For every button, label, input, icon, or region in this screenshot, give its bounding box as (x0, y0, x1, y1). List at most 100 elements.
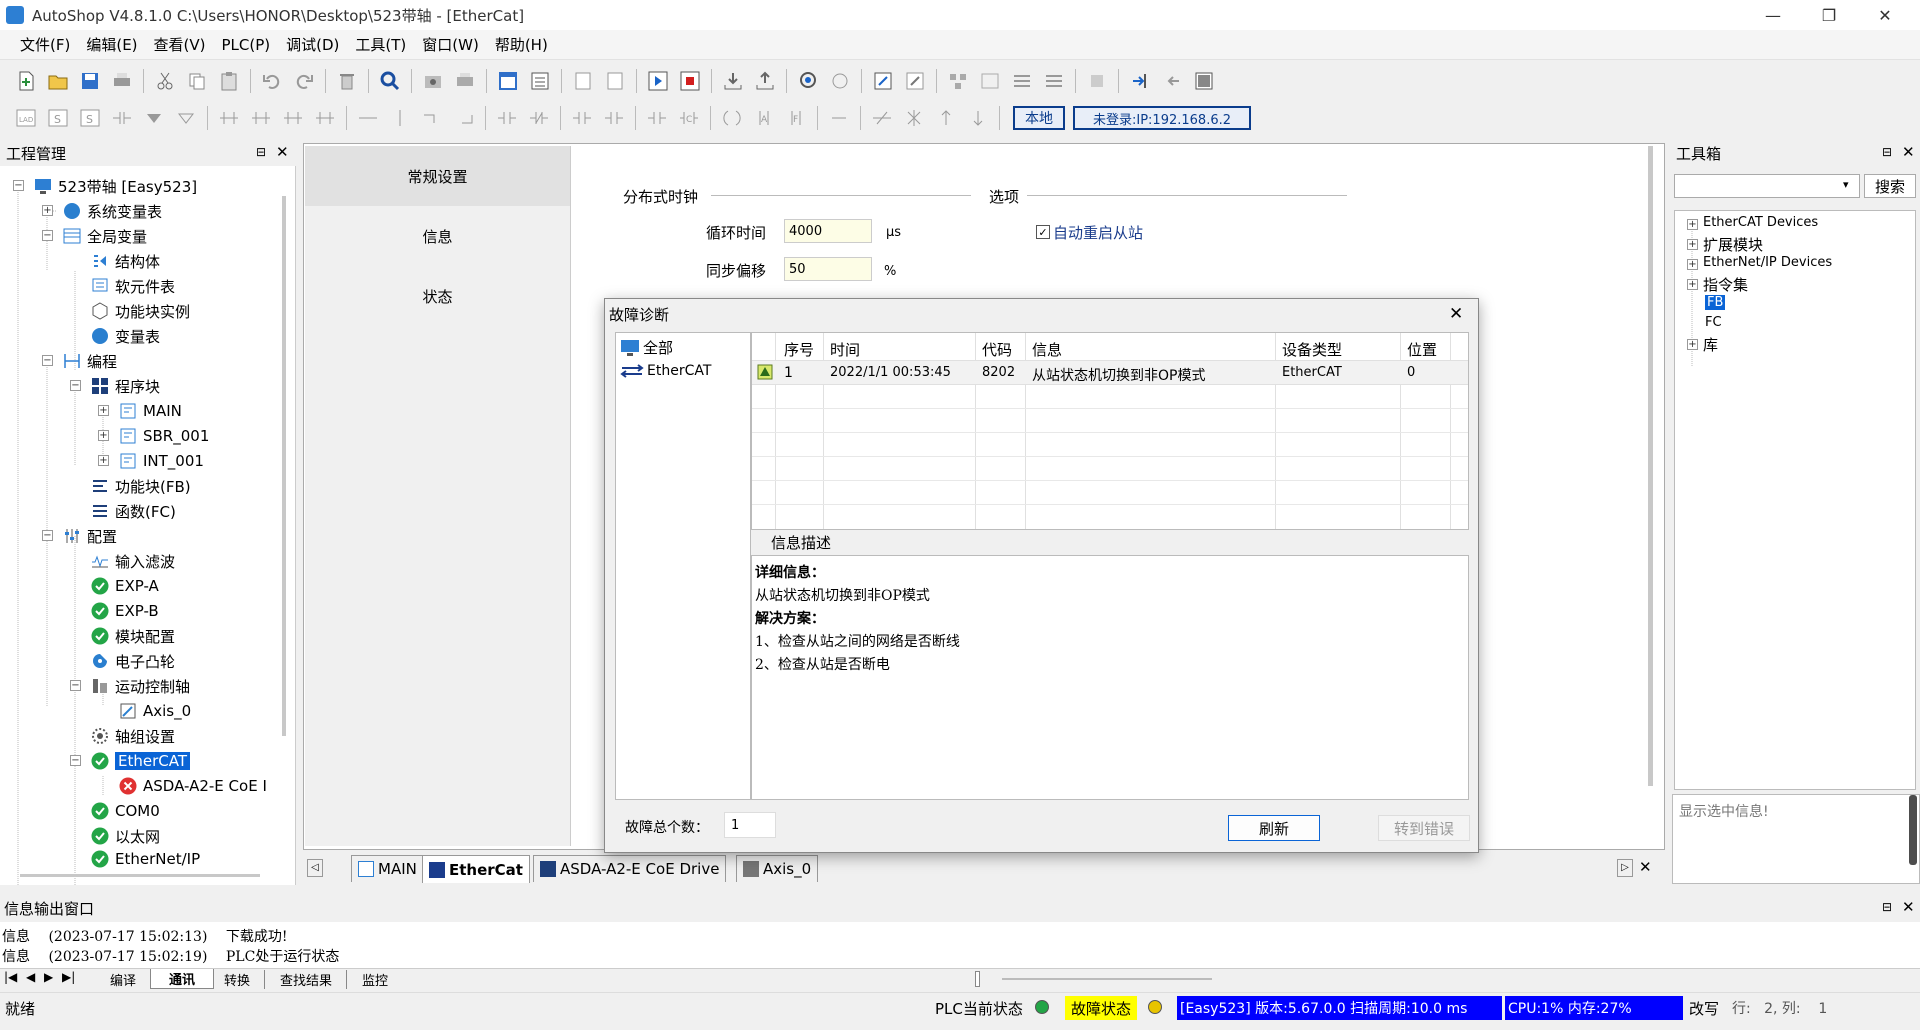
tree-expand-toggle[interactable]: + (1687, 339, 1698, 350)
up-arrow-icon[interactable] (933, 105, 959, 131)
tree-item-asda[interactable]: ASDA-A2-E CoE I (119, 774, 267, 798)
tree-collapse-toggle[interactable]: − (70, 680, 81, 691)
tree-expand-toggle[interactable]: + (1687, 219, 1698, 230)
restore-icon[interactable]: ❐ (1806, 0, 1852, 30)
align-icon[interactable] (1009, 68, 1035, 94)
tree-expand-toggle[interactable]: + (98, 405, 109, 416)
function-contact-icon[interactable]: C (676, 105, 702, 131)
menu-debug[interactable]: 调试(D) (278, 34, 347, 55)
login-status-button[interactable]: 未登录:IP:192.168.6.2 (1073, 106, 1251, 130)
tree-item-ethernetip[interactable]: EtherNet/IP (91, 849, 200, 869)
output-hscrollbar[interactable] (1002, 978, 1212, 980)
output-tab-compile[interactable]: 编译 (92, 970, 156, 989)
pulse-contact-icon[interactable] (569, 105, 595, 131)
tree-collapse-toggle[interactable]: − (70, 755, 81, 766)
scrollbar-thumb[interactable] (1909, 795, 1917, 865)
paste-icon[interactable] (216, 68, 242, 94)
refresh-button[interactable]: 刷新 (1228, 815, 1320, 841)
toolbox-item-ethernetip-devices[interactable]: EtherNet/IP Devices (1703, 255, 1832, 270)
menu-tools[interactable]: 工具(T) (347, 34, 414, 55)
menu-plc[interactable]: PLC(P) (214, 36, 279, 54)
plc-upload-icon[interactable] (752, 68, 778, 94)
doc-scrollbar[interactable] (1648, 146, 1653, 786)
fault-tree-ethercat[interactable]: EtherCAT (620, 363, 711, 379)
coil-icon[interactable] (719, 105, 745, 131)
down-arrow-thin-icon[interactable] (965, 105, 991, 131)
table-row[interactable]: 1 2022/1/1 00:53:45 8202 从站状态机切换到非OP模式 E… (752, 361, 1468, 385)
toolbox-search-button[interactable]: 搜索 (1864, 174, 1916, 198)
menu-view[interactable]: 查看(V) (146, 34, 214, 55)
tree-item-config[interactable]: 配置 (63, 524, 117, 548)
distribute-icon[interactable] (1041, 68, 1067, 94)
tab-scroll-right-icon[interactable]: ▷ (1617, 859, 1633, 877)
tree-item-sysvars[interactable]: 系统变量表 (63, 199, 162, 223)
splitter-handle[interactable] (975, 971, 980, 987)
last-page-icon[interactable]: ▶| (62, 970, 75, 984)
run-icon[interactable] (645, 68, 671, 94)
tab-asda[interactable]: ASDA-A2-E CoE Drive (533, 855, 727, 882)
tree-item-fbinst[interactable]: 功能块实例 (91, 299, 190, 323)
tree-item-struct[interactable]: 结构体 (91, 249, 160, 273)
tree-item-ecam[interactable]: 电子凸轮 (91, 649, 175, 673)
tree-item-sbr[interactable]: SBR_001 (119, 424, 209, 448)
pin-icon[interactable]: ⊟ (1882, 900, 1892, 914)
tab-scroll-left-icon[interactable]: ◁ (307, 859, 323, 877)
col-header-no[interactable]: 序号 (784, 339, 814, 360)
tree-item-filter[interactable]: 输入滤波 (91, 549, 175, 573)
tab-ethercat[interactable]: EtherCat (422, 855, 530, 883)
tree-item-ethercat[interactable]: EtherCAT (91, 749, 190, 773)
tree-item-globals[interactable]: 全局变量 (63, 224, 147, 248)
cycle-time-input[interactable] (784, 219, 872, 243)
close-icon[interactable]: ✕ (1902, 143, 1915, 161)
nav-info[interactable]: 信息 (305, 206, 570, 266)
col-header-pos[interactable]: 位置 (1407, 339, 1437, 360)
compile-icon[interactable] (420, 68, 446, 94)
first-page-icon[interactable]: |◀ (4, 970, 17, 984)
toolbox-item-fc[interactable]: FC (1705, 315, 1722, 330)
pin-icon[interactable]: ⊟ (1882, 145, 1892, 159)
print-icon[interactable] (109, 68, 135, 94)
branch-down-icon[interactable] (248, 105, 274, 131)
tree-collapse-toggle[interactable]: − (13, 180, 24, 191)
menu-file[interactable]: 文件(F) (12, 34, 78, 55)
delete-icon[interactable] (334, 68, 360, 94)
tree-root[interactable]: 523带轴 [Easy523] (34, 174, 197, 198)
save-icon[interactable] (77, 68, 103, 94)
compare-contact-icon[interactable] (644, 105, 670, 131)
export-icon[interactable] (1159, 68, 1185, 94)
pin-icon[interactable]: ⊟ (256, 145, 266, 159)
output-tab-convert[interactable]: 转换 (210, 970, 266, 989)
sync-offset-input[interactable] (784, 257, 872, 281)
redo-icon[interactable] (291, 68, 317, 94)
lad-icon[interactable]: LAD (13, 105, 39, 131)
edit-mode-icon[interactable] (870, 68, 896, 94)
nc-contact-icon[interactable] (526, 105, 552, 131)
debug-icon[interactable] (827, 68, 853, 94)
tree-item-prog[interactable]: 编程 (63, 349, 117, 373)
device-icon[interactable] (1084, 68, 1110, 94)
grid-icon[interactable] (977, 68, 1003, 94)
fault-tree-all[interactable]: 全部 (620, 337, 673, 358)
corner2-icon[interactable] (451, 105, 477, 131)
tree-item-main[interactable]: MAIN (119, 399, 182, 423)
tree-item-vartable[interactable]: 变量表 (91, 324, 160, 348)
panel-icon[interactable] (1191, 68, 1217, 94)
download-icon[interactable] (570, 68, 596, 94)
tab-main[interactable]: MAIN (351, 855, 424, 882)
tree-expand-toggle[interactable]: + (42, 205, 53, 216)
window-list-icon[interactable] (527, 68, 553, 94)
toolbox-item-ethercat-devices[interactable]: EtherCAT Devices (1703, 215, 1818, 230)
tree-expand-toggle[interactable]: + (1687, 279, 1698, 290)
tree-collapse-toggle[interactable]: − (42, 230, 53, 241)
chevron-down-icon[interactable]: ▾ (1843, 178, 1849, 191)
vline-icon[interactable] (387, 105, 413, 131)
tree-item-fb[interactable]: 功能块(FB) (91, 474, 191, 498)
hline-icon[interactable] (355, 105, 381, 131)
close-icon[interactable]: ✕ (1902, 898, 1915, 916)
minimize-icon[interactable]: — (1750, 0, 1796, 30)
window-icon[interactable] (495, 68, 521, 94)
tree-item-motion[interactable]: 运动控制轴 (91, 674, 190, 698)
menu-window[interactable]: 窗口(W) (414, 34, 487, 55)
monitor-icon[interactable] (795, 68, 821, 94)
branch-up-icon[interactable] (280, 105, 306, 131)
